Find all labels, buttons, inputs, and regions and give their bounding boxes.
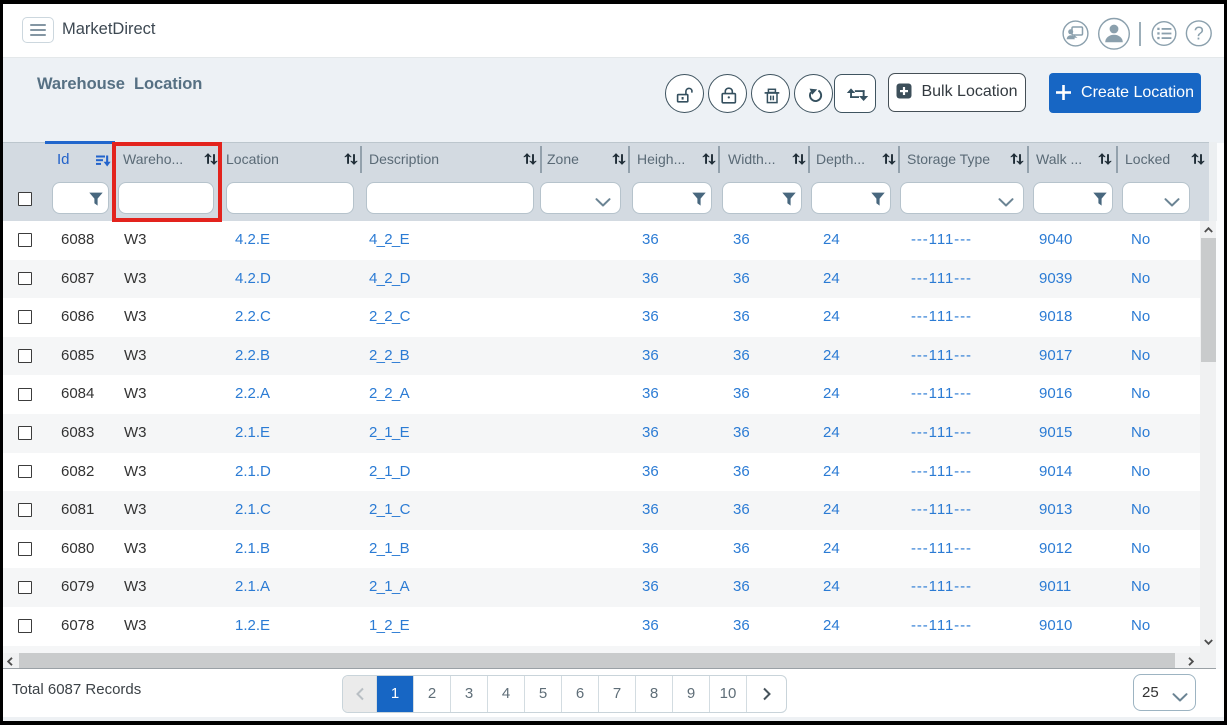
svg-text:?: ?: [1194, 24, 1204, 44]
